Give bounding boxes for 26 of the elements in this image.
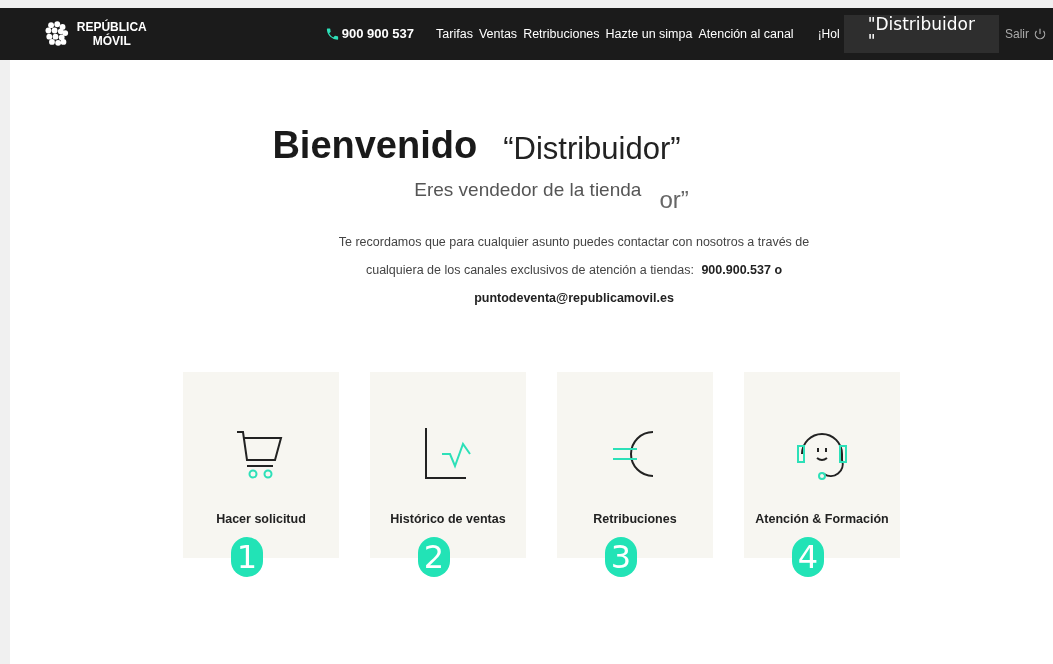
nav-link[interactable]: Tarifas [436,24,473,44]
nav-link[interactable]: Ventas [478,24,518,44]
card-label: Hacer solicitud [216,511,306,528]
power-icon [1033,26,1047,42]
number-badge: 1 [231,537,263,577]
contact-notice: Te recordamos que para cualquier asunto puedes contactar con nosotros a través de cualquiera de los canales exclusivos de atención a tiendas: 900.900.537 o puntodeventa@republicamovil.es [337,234,811,307]
number-badge: 4 [792,537,824,577]
number-badge: 2 [418,537,450,577]
distributor-name: “Distribuidor” [503,133,681,164]
welcome-title: Bienvenido [272,126,478,164]
greeting-text: ¡Hol [817,26,840,43]
phone-icon [324,26,340,42]
user-name-box: "Distribuidor " [843,15,999,53]
logout-link[interactable]: Salir [1005,25,1047,43]
phone-number[interactable]: 900 900 537 [341,24,415,44]
logo-text: REPÚBLICA MÓVIL [76,20,147,48]
store-label: Eres vendedor de la tienda [414,178,642,202]
number-badge: 3 [605,537,637,577]
nav-link[interactable]: Atención al canal [698,24,794,44]
logo-icon [44,19,69,49]
nav-link[interactable]: Retribuciones [523,24,600,44]
card-label: Histórico de ventas [390,511,506,528]
card-label: Atención & Formación [755,511,889,528]
nav-link[interactable]: Hazte un simpa [605,24,693,44]
card-label: Retribuciones [593,511,677,528]
store-name: or” [659,188,689,212]
